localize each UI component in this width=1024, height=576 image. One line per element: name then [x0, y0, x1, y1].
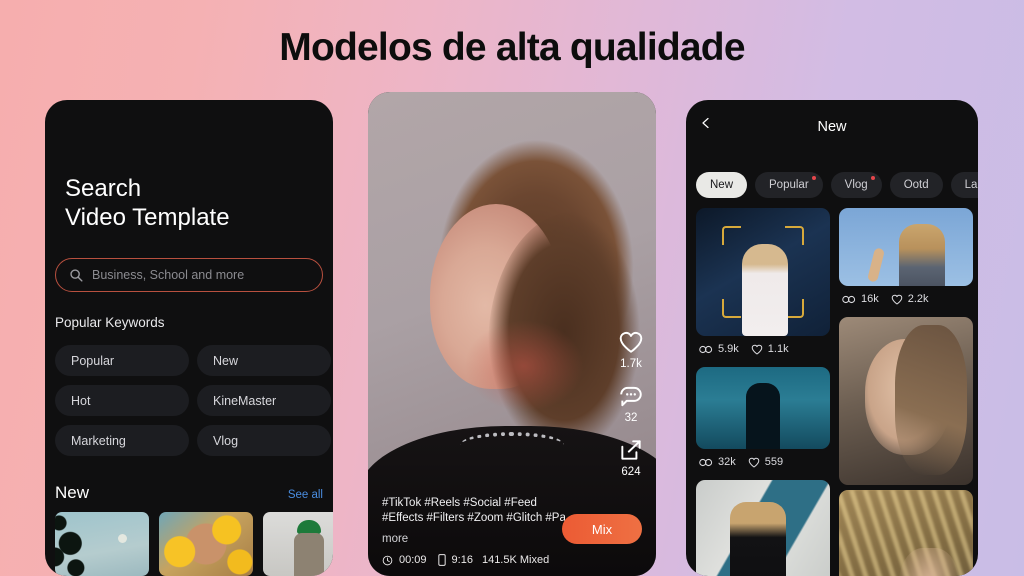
tab-label: Popular: [769, 179, 809, 191]
template-card[interactable]: [696, 480, 830, 576]
likes-stat: 1.1k: [751, 343, 789, 355]
views-icon: [842, 295, 856, 303]
new-section-title: New: [55, 483, 90, 502]
new-section-header: New See all: [55, 483, 323, 503]
feed-action-rail: 1.7k 32 624: [618, 330, 644, 478]
views-stat: 16k: [842, 293, 879, 305]
search-title-line1: Search: [65, 175, 142, 202]
like-action[interactable]: 1.7k: [618, 330, 644, 370]
comment-action[interactable]: 32: [618, 384, 644, 424]
views-icon: [699, 345, 713, 353]
keyword-chip-list: Popular New Hot KineMaster Marketing Vlo…: [55, 345, 333, 456]
keyword-chip[interactable]: Hot: [55, 385, 189, 416]
notification-dot-icon: [811, 176, 816, 180]
heart-icon: [748, 457, 760, 467]
likes-stat: 559: [748, 456, 783, 468]
page-title: Modelos de alta qualidade: [279, 26, 745, 69]
grid-tab-bar: New Popular Vlog Ootd Lab: [696, 172, 978, 198]
search-title-line2: Video Template: [65, 204, 230, 231]
phone-icon: [437, 554, 446, 566]
tab-lab[interactable]: Lab: [950, 172, 978, 198]
share-icon: [621, 440, 641, 460]
views-value: 16k: [861, 293, 879, 305]
comment-icon: [620, 386, 642, 407]
keyword-chip[interactable]: Popular: [55, 345, 189, 376]
likes-value: 559: [764, 456, 784, 468]
likes-value: 1.1k: [767, 343, 789, 355]
phone-mockup-grid: New New Popular Vlog Ootd Lab: [686, 100, 978, 576]
card-subject: [746, 383, 780, 449]
phone-mockup-feed: 1.7k 32 624 #TikTok #Reels #Social #Feed…: [368, 92, 656, 576]
template-thumbnail[interactable]: [263, 512, 333, 576]
card-subject: [730, 502, 786, 576]
views-value: 5.9k: [718, 343, 739, 355]
tab-vlog[interactable]: Vlog: [830, 172, 882, 198]
grid-header: New: [686, 110, 978, 144]
tab-label: Lab: [964, 179, 978, 191]
template-card[interactable]: [839, 317, 973, 485]
tab-new[interactable]: New: [696, 172, 748, 198]
views-value: 32k: [718, 456, 736, 468]
views-icon: [699, 458, 713, 466]
template-card[interactable]: [839, 490, 973, 576]
search-icon: [70, 269, 83, 282]
see-all-link[interactable]: See all: [288, 489, 323, 501]
mix-button[interactable]: Mix: [562, 514, 642, 544]
tab-popular[interactable]: Popular: [755, 172, 823, 198]
tab-label: New: [710, 179, 734, 191]
feed-meta-row: 00:09 9:16 141.5K Mixed: [382, 554, 642, 566]
card-subject: [742, 244, 788, 336]
comment-count: 32: [624, 412, 638, 424]
keyword-chip[interactable]: Marketing: [55, 425, 189, 456]
template-card[interactable]: [696, 367, 830, 449]
tab-label: Vlog: [844, 179, 868, 191]
grid-column-left: 5.9k 1.1k 32k 559: [696, 208, 830, 576]
card-stats: 16k 2.2k: [839, 291, 973, 312]
feed-photo-necklace: [460, 432, 564, 458]
likes-stat: 2.2k: [891, 293, 929, 305]
grid-column-right: 16k 2.2k: [839, 208, 973, 576]
keyword-chip[interactable]: Vlog: [197, 425, 331, 456]
template-card[interactable]: [839, 208, 973, 286]
search-input[interactable]: Business, School and more: [55, 258, 323, 292]
template-thumbnail[interactable]: [55, 512, 149, 576]
uses-value: 141.5K Mixed: [481, 554, 550, 566]
popular-keywords-label: Popular Keywords: [55, 315, 165, 330]
card-stats: 5.9k 1.1k: [696, 341, 830, 362]
clock-icon: [382, 555, 393, 565]
keyword-chip[interactable]: New: [197, 345, 331, 376]
search-screen-title: Search Video Template: [65, 174, 230, 232]
tab-label: Ootd: [903, 179, 929, 191]
share-action[interactable]: 624: [618, 438, 644, 478]
card-subject-arm: [867, 247, 885, 283]
keyword-chip[interactable]: KineMaster: [197, 385, 331, 416]
notification-dot-icon: [870, 176, 875, 180]
heart-icon: [891, 294, 903, 304]
feed-photo-blush: [464, 320, 584, 412]
template-card[interactable]: [696, 208, 830, 336]
heart-icon: [619, 331, 643, 353]
like-count: 1.7k: [620, 358, 642, 370]
card-stats: 32k 559: [696, 454, 830, 475]
views-stat: 5.9k: [699, 343, 739, 355]
grid-columns: 5.9k 1.1k 32k 559 16k 2.2k: [696, 208, 973, 576]
tab-ootd[interactable]: Ootd: [889, 172, 943, 198]
heart-icon: [751, 344, 763, 354]
card-subject: [899, 224, 945, 286]
grid-title: New: [817, 119, 847, 135]
share-count: 624: [621, 466, 641, 478]
ratio-value: 9:16: [451, 554, 473, 566]
card-subject-hair: [895, 325, 967, 475]
duration-value: 00:09: [399, 554, 427, 566]
likes-value: 2.2k: [907, 293, 929, 305]
template-thumbnail[interactable]: [159, 512, 253, 576]
phone-mockup-search: Search Video Template Business, School a…: [45, 100, 333, 576]
hashtag-line-1: #TikTok #Reels #Social #Feed: [382, 497, 537, 509]
search-placeholder: Business, School and more: [92, 268, 245, 282]
views-stat: 32k: [699, 456, 736, 468]
template-thumbnail-row: [55, 512, 333, 576]
